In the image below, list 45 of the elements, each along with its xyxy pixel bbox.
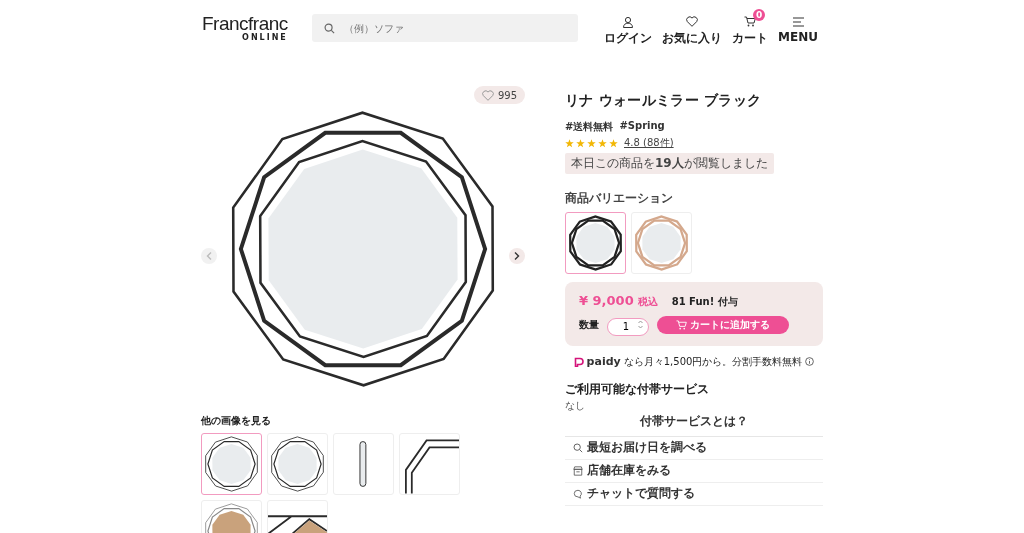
stepper-arrows-icon — [638, 320, 643, 329]
action-link[interactable]: チャットで質問する — [565, 482, 823, 506]
logo[interactable]: Francfranc ONLINE — [202, 14, 288, 42]
nav-button[interactable]: ログイン — [602, 9, 659, 47]
price: ¥ 9,000 — [579, 293, 634, 308]
search-icon — [573, 442, 583, 453]
cart-icon — [744, 16, 757, 27]
search-field[interactable]: （例）ソファ — [311, 14, 579, 42]
product-title: リナ ウォールミラー ブラック — [565, 92, 763, 110]
quantity-label: 数量 — [579, 318, 599, 333]
store-icon — [573, 465, 583, 476]
more-images-label: 他の画像を見る — [201, 414, 272, 428]
variation-label: 商品バリエーション — [565, 190, 674, 207]
next-image-button[interactable] — [509, 248, 525, 264]
tax-label: 税込 — [637, 295, 658, 309]
nav-button[interactable]: MENU — [776, 9, 824, 47]
cart-icon — [676, 320, 687, 331]
image-thumbnail[interactable] — [201, 433, 262, 495]
action-link[interactable]: 最短お届け日を調べる — [565, 436, 823, 460]
view-count-notice: 本日この商品を19人が閲覧しました — [565, 153, 774, 174]
user-icon — [622, 15, 635, 28]
tag-link[interactable]: #送料無料 — [565, 120, 614, 134]
heart-icon — [686, 16, 699, 27]
action-link[interactable]: 店舗在庫をみる — [565, 459, 823, 483]
info-icon[interactable] — [805, 357, 815, 366]
chevron-right-icon — [514, 252, 520, 260]
cart-count-badge: 0 — [753, 8, 766, 21]
search-icon — [323, 23, 335, 34]
paidy-logo-icon — [573, 356, 584, 367]
installment-text: なら月々1,500円から。分割手数料無料 — [623, 354, 803, 369]
nav-button[interactable]: 0 カート — [730, 9, 775, 47]
tag-link[interactable]: #Spring — [619, 120, 665, 134]
like-button[interactable]: 995 — [473, 86, 525, 104]
chevron-left-icon — [206, 252, 212, 260]
menu-icon — [792, 16, 804, 27]
nav-button[interactable]: お気に入り — [660, 9, 729, 47]
heart-icon — [481, 89, 494, 101]
services-link[interactable]: 付帯サービスとは？ — [565, 412, 823, 430]
services-heading: ご利用可能な付帯サービス — [565, 380, 710, 398]
review-link[interactable]: 4.8 (88件) — [624, 136, 674, 150]
services-value: なし — [565, 398, 586, 413]
quantity-field[interactable]: 1 — [607, 317, 649, 336]
chat-bubble-icon — [573, 488, 583, 499]
paidy-logo: paidy — [586, 355, 621, 368]
points-label: 81 Fun! 付与 — [671, 295, 738, 309]
